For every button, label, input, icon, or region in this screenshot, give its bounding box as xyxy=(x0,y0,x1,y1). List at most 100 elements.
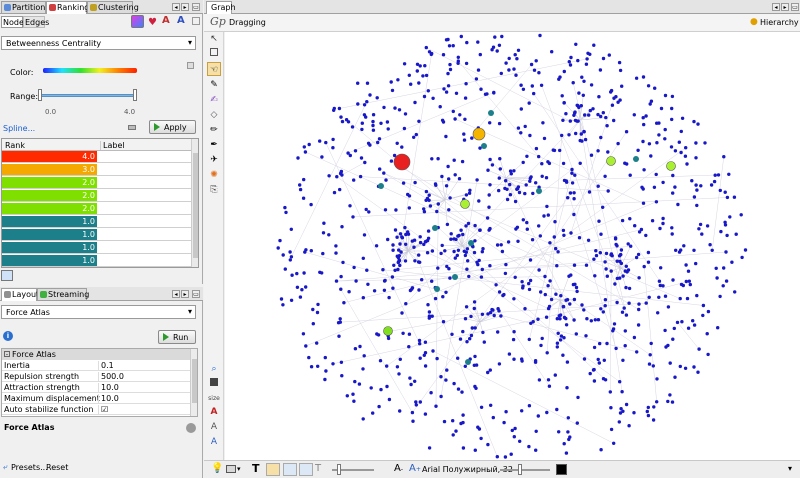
graph-node[interactable] xyxy=(480,267,484,272)
graph-node[interactable] xyxy=(532,68,537,72)
layout-nav-prev-icon[interactable]: ◂ xyxy=(172,290,180,298)
graph-node[interactable] xyxy=(694,156,698,160)
graph-node[interactable] xyxy=(298,187,303,192)
color-mode-icon[interactable] xyxy=(131,15,144,28)
graph-node[interactable] xyxy=(568,63,573,67)
graph-node[interactable] xyxy=(553,220,557,224)
graph-node[interactable] xyxy=(513,199,518,204)
graph-node[interactable] xyxy=(652,185,657,189)
graph-node[interactable] xyxy=(663,137,667,141)
graph-node[interactable] xyxy=(572,318,576,322)
graph-node[interactable] xyxy=(412,135,416,139)
graph-node[interactable] xyxy=(465,40,469,45)
graph-node[interactable] xyxy=(470,326,474,330)
color-gradient-bar[interactable] xyxy=(43,68,137,73)
graph-node[interactable] xyxy=(546,284,550,288)
graph-node[interactable] xyxy=(457,177,462,181)
graph-node[interactable] xyxy=(369,386,373,390)
edge-labels-icon[interactable] xyxy=(283,463,297,476)
rank-row[interactable]: 4.0 xyxy=(2,151,191,163)
graph-node[interactable] xyxy=(632,411,636,415)
graph-node[interactable] xyxy=(479,87,483,91)
graph-node[interactable] xyxy=(404,302,408,306)
graph-node[interactable] xyxy=(695,293,699,298)
palette-icon[interactable] xyxy=(187,62,194,69)
graph-node-high-rank[interactable] xyxy=(383,326,393,336)
graph-node[interactable] xyxy=(422,353,426,357)
graph-node[interactable] xyxy=(684,146,688,150)
graph-node[interactable] xyxy=(606,189,610,193)
graph-node[interactable] xyxy=(460,390,464,394)
graph-node[interactable] xyxy=(359,156,364,160)
graph-node[interactable] xyxy=(561,353,565,357)
graph-node[interactable] xyxy=(337,334,341,338)
graph-node[interactable] xyxy=(472,250,477,255)
graph-node[interactable] xyxy=(564,323,569,327)
graph-node[interactable] xyxy=(646,413,651,418)
graph-node[interactable] xyxy=(572,191,576,195)
visibility-icon[interactable] xyxy=(128,125,136,130)
graph-node[interactable] xyxy=(281,303,285,307)
graph-node[interactable] xyxy=(626,242,630,246)
graph-node[interactable] xyxy=(569,273,573,277)
graph-node[interactable] xyxy=(593,318,597,322)
graph-node[interactable] xyxy=(445,368,449,372)
graph-node[interactable] xyxy=(641,201,646,205)
graph-node[interactable] xyxy=(284,210,288,215)
graph-node[interactable] xyxy=(464,193,469,197)
graph-node[interactable] xyxy=(543,292,547,297)
graph-maximize-icon[interactable]: ▭ xyxy=(791,3,799,11)
graph-node[interactable] xyxy=(598,251,602,255)
graph-node[interactable] xyxy=(677,140,681,144)
graph-node[interactable] xyxy=(515,187,519,191)
graph-node[interactable] xyxy=(335,175,339,179)
graph-node[interactable] xyxy=(331,362,335,366)
graph-node[interactable] xyxy=(452,249,456,254)
graph-node[interactable] xyxy=(393,228,398,232)
graph-node[interactable] xyxy=(488,264,492,268)
graph-node-rank-1[interactable] xyxy=(378,183,384,189)
graph-node[interactable] xyxy=(463,96,468,100)
graph-node[interactable] xyxy=(655,141,659,145)
graph-node[interactable] xyxy=(288,250,292,254)
graph-node[interactable] xyxy=(377,404,381,409)
graph-node[interactable] xyxy=(362,354,366,358)
graph-node[interactable] xyxy=(418,400,422,404)
graph-node[interactable] xyxy=(598,341,602,346)
graph-node[interactable] xyxy=(279,297,284,301)
graph-node[interactable] xyxy=(423,412,428,416)
graph-node[interactable] xyxy=(398,409,402,413)
graph-node[interactable] xyxy=(566,430,570,434)
graph-node[interactable] xyxy=(433,296,438,301)
graph-node[interactable] xyxy=(605,274,609,278)
graph-node[interactable] xyxy=(656,311,660,315)
graph-node[interactable] xyxy=(516,126,521,130)
rank-row[interactable]: 1.0 xyxy=(2,255,191,267)
graph-node[interactable] xyxy=(387,295,391,300)
graph-node[interactable] xyxy=(575,103,579,108)
graph-node[interactable] xyxy=(353,347,358,351)
graph-node[interactable] xyxy=(467,191,472,195)
graph-node[interactable] xyxy=(534,429,538,433)
graph-node[interactable] xyxy=(424,45,428,50)
graph-node[interactable] xyxy=(623,269,627,273)
graph-node[interactable] xyxy=(523,124,527,129)
graph-node[interactable] xyxy=(634,76,639,80)
graph-node[interactable] xyxy=(706,352,710,357)
graph-node[interactable] xyxy=(422,242,426,247)
graph-node[interactable] xyxy=(505,187,509,191)
graph-node[interactable] xyxy=(278,238,282,243)
graph-node[interactable] xyxy=(647,142,652,146)
minimize-ranking-icon[interactable] xyxy=(192,17,200,25)
graph-node[interactable] xyxy=(561,161,566,166)
graph-node[interactable] xyxy=(572,113,576,118)
graph-node[interactable] xyxy=(525,220,529,225)
rank-row[interactable]: 1.0 xyxy=(2,229,191,241)
graph-node[interactable] xyxy=(376,140,380,145)
graph-node[interactable] xyxy=(339,115,343,119)
graph-node[interactable] xyxy=(361,256,365,260)
apply-button[interactable]: Apply xyxy=(149,120,196,134)
property-row[interactable]: Inertia 0.1 xyxy=(2,360,197,371)
graph-node[interactable] xyxy=(555,264,559,268)
graph-node[interactable] xyxy=(589,83,594,87)
